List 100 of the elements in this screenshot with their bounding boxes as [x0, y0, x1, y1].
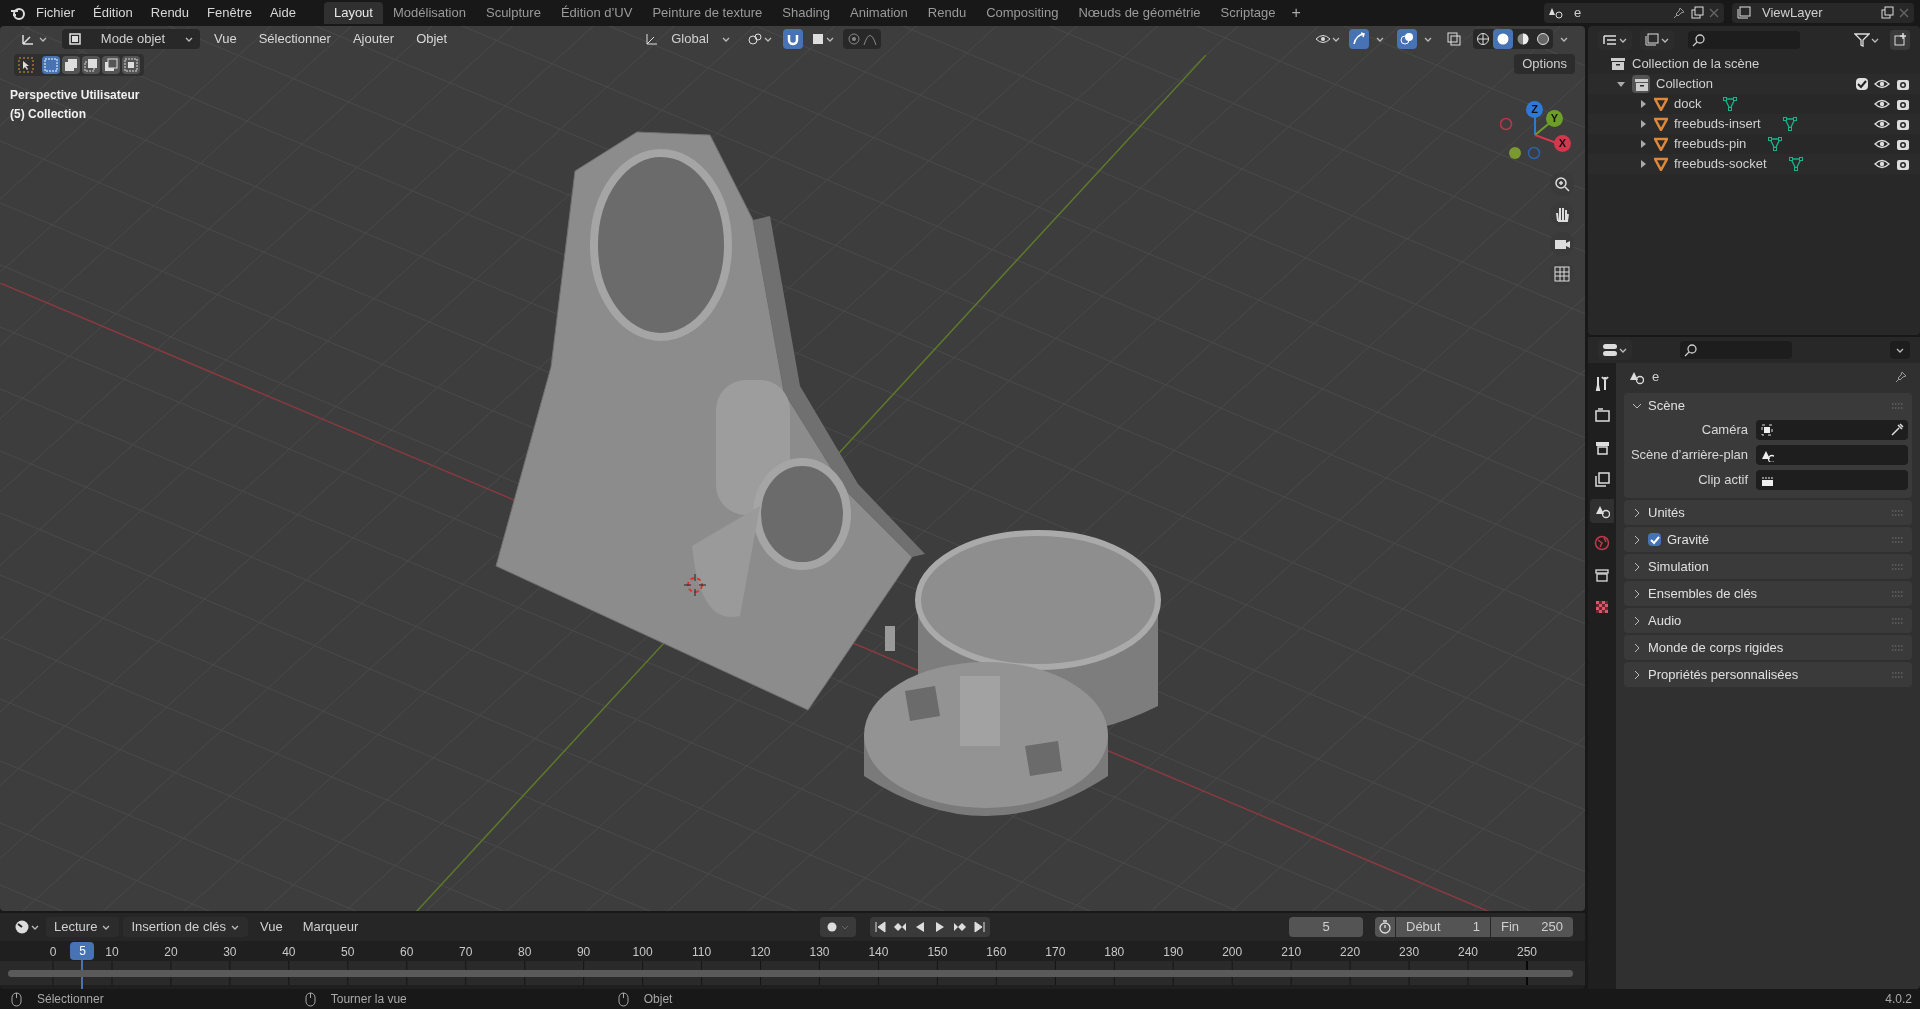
- snap-toggle[interactable]: [783, 29, 803, 49]
- new-collection-button[interactable]: [1890, 30, 1910, 50]
- current-frame-field[interactable]: 5: [1289, 917, 1363, 937]
- menu-item[interactable]: Objet: [408, 29, 456, 49]
- shading-mode-button[interactable]: [1493, 29, 1513, 49]
- expand-arrow-icon[interactable]: [1638, 99, 1648, 109]
- drag-handle-icon[interactable]: [1892, 509, 1904, 516]
- scrollbar[interactable]: [8, 970, 1573, 977]
- axis-label[interactable]: X: [1554, 135, 1571, 152]
- tree-item-label[interactable]: Collection: [1656, 74, 1714, 94]
- mode-dropdown[interactable]: Mode objet: [62, 29, 200, 49]
- object-field[interactable]: [1756, 420, 1908, 440]
- select-cursor-icon[interactable]: [18, 57, 34, 73]
- panel-title[interactable]: Monde de corps rigides: [1648, 637, 1886, 658]
- selection-mode-button[interactable]: [122, 56, 140, 74]
- menu-item[interactable]: Édition: [93, 3, 133, 23]
- panel-title[interactable]: Audio: [1648, 610, 1886, 631]
- tree-item-label[interactable]: freebuds-socket: [1674, 154, 1767, 174]
- tree-item-label[interactable]: Collection de la scène: [1632, 54, 1760, 74]
- camera-icon[interactable]: [1896, 157, 1910, 171]
- end-frame-field[interactable]: Fin 250: [1491, 917, 1573, 937]
- expand-chevron-icon[interactable]: [1632, 669, 1642, 680]
- selection-mode-button[interactable]: [42, 56, 60, 74]
- drag-handle-icon[interactable]: [1892, 644, 1904, 651]
- eye-icon[interactable]: [1874, 78, 1890, 90]
- expand-arrow-icon[interactable]: [1638, 159, 1648, 169]
- pin-icon[interactable]: [1894, 370, 1908, 384]
- tree-item-label[interactable]: freebuds-insert: [1674, 114, 1761, 134]
- workspace-tab[interactable]: Rendu: [917, 2, 977, 24]
- panel-title[interactable]: Unités: [1648, 502, 1886, 523]
- display-mode-button[interactable]: [1598, 30, 1632, 50]
- tree-item-label[interactable]: freebuds-pin: [1674, 134, 1747, 154]
- overlay-toggle[interactable]: [1397, 29, 1417, 49]
- expand-chevron-icon[interactable]: [1632, 642, 1642, 653]
- menu-dropdown[interactable]: Insertion de clés: [123, 917, 249, 937]
- panel-title[interactable]: Gravité: [1667, 529, 1886, 550]
- eyedropper-icon[interactable]: [1890, 423, 1904, 437]
- close-icon[interactable]: [1898, 7, 1910, 19]
- menu-item[interactable]: Vue: [252, 917, 291, 937]
- workspace-tab[interactable]: Édition d’UV: [550, 2, 643, 24]
- camera-icon[interactable]: [1896, 117, 1910, 131]
- proportional-edit-icon[interactable]: [847, 32, 861, 46]
- falloff-curve-icon[interactable]: [863, 32, 877, 46]
- camera-icon[interactable]: [1896, 77, 1910, 91]
- object-field[interactable]: [1756, 445, 1908, 465]
- app-logo-icon[interactable]: [10, 5, 26, 21]
- copy-icon[interactable]: [1880, 6, 1894, 20]
- selection-mode-button[interactable]: [62, 56, 80, 74]
- options-dropdown[interactable]: [1890, 341, 1910, 359]
- axis-label[interactable]: Y: [1546, 110, 1563, 127]
- drag-handle-icon[interactable]: [1892, 671, 1904, 678]
- menu-item[interactable]: Vue: [206, 29, 245, 49]
- eye-icon[interactable]: [1874, 98, 1890, 110]
- 3d-cursor-icon[interactable]: [684, 574, 706, 596]
- expand-arrow-icon[interactable]: [1638, 139, 1648, 149]
- panel-title[interactable]: Scène: [1648, 395, 1886, 416]
- options-button[interactable]: Options: [1514, 54, 1575, 74]
- workspace-tab[interactable]: Nœuds de géométrie: [1068, 2, 1211, 24]
- search-field[interactable]: [1680, 341, 1792, 359]
- drag-handle-icon[interactable]: [1892, 590, 1904, 597]
- menu-item[interactable]: Rendu: [150, 3, 190, 23]
- tree-item-label[interactable]: dock: [1674, 94, 1702, 114]
- drag-handle-icon[interactable]: [1892, 563, 1904, 570]
- scene-selector[interactable]: e: [1544, 3, 1724, 23]
- xray-icon[interactable]: [1447, 32, 1461, 46]
- workspace-tab[interactable]: Scriptage: [1210, 2, 1286, 24]
- search-field[interactable]: [1688, 31, 1800, 49]
- expand-arrow-icon[interactable]: [1638, 119, 1648, 129]
- workspace-tab[interactable]: Shading: [772, 2, 840, 24]
- panel-title[interactable]: Ensembles de clés: [1648, 583, 1886, 604]
- view-layer-selector[interactable]: ViewLayer: [1732, 3, 1914, 23]
- eye-icon[interactable]: [1874, 158, 1890, 170]
- copy-icon[interactable]: [1690, 6, 1704, 20]
- drag-handle-icon[interactable]: [1892, 536, 1904, 543]
- eye-icon[interactable]: [1874, 118, 1890, 130]
- menu-dropdown[interactable]: Lecture: [46, 917, 120, 937]
- orientation-dropdown[interactable]: Global: [639, 29, 737, 49]
- axis-label[interactable]: Z: [1526, 101, 1543, 118]
- menu-item[interactable]: Sélectionner: [250, 29, 339, 49]
- expand-chevron-icon[interactable]: [1632, 561, 1642, 572]
- menu-item[interactable]: Fenêtre: [207, 3, 252, 23]
- workspace-tab[interactable]: Compositing: [976, 2, 1069, 24]
- panel-title[interactable]: Simulation: [1648, 556, 1886, 577]
- add-workspace-button[interactable]: +: [1285, 1, 1307, 25]
- start-frame-field[interactable]: Début 1: [1396, 917, 1490, 937]
- collapse-arrow-icon[interactable]: [1616, 79, 1626, 89]
- object-field[interactable]: [1756, 470, 1908, 490]
- auto-keying-button[interactable]: [820, 917, 857, 937]
- workspace-tab[interactable]: Layout: [323, 2, 383, 24]
- checkbox[interactable]: [1648, 533, 1661, 546]
- expand-chevron-icon[interactable]: [1632, 615, 1642, 626]
- visibility-checkbox[interactable]: [1856, 78, 1868, 90]
- menu-item[interactable]: Fichier: [36, 3, 75, 23]
- workspace-tab[interactable]: Peinture de texture: [642, 2, 773, 24]
- menu-item[interactable]: Ajouter: [344, 29, 403, 49]
- drag-handle-icon[interactable]: [1892, 402, 1904, 409]
- menu-item[interactable]: Aide: [269, 3, 296, 23]
- pin-icon[interactable]: [1672, 6, 1686, 20]
- filter-type-button[interactable]: [1640, 30, 1674, 50]
- properties-tab[interactable]: [1590, 499, 1614, 523]
